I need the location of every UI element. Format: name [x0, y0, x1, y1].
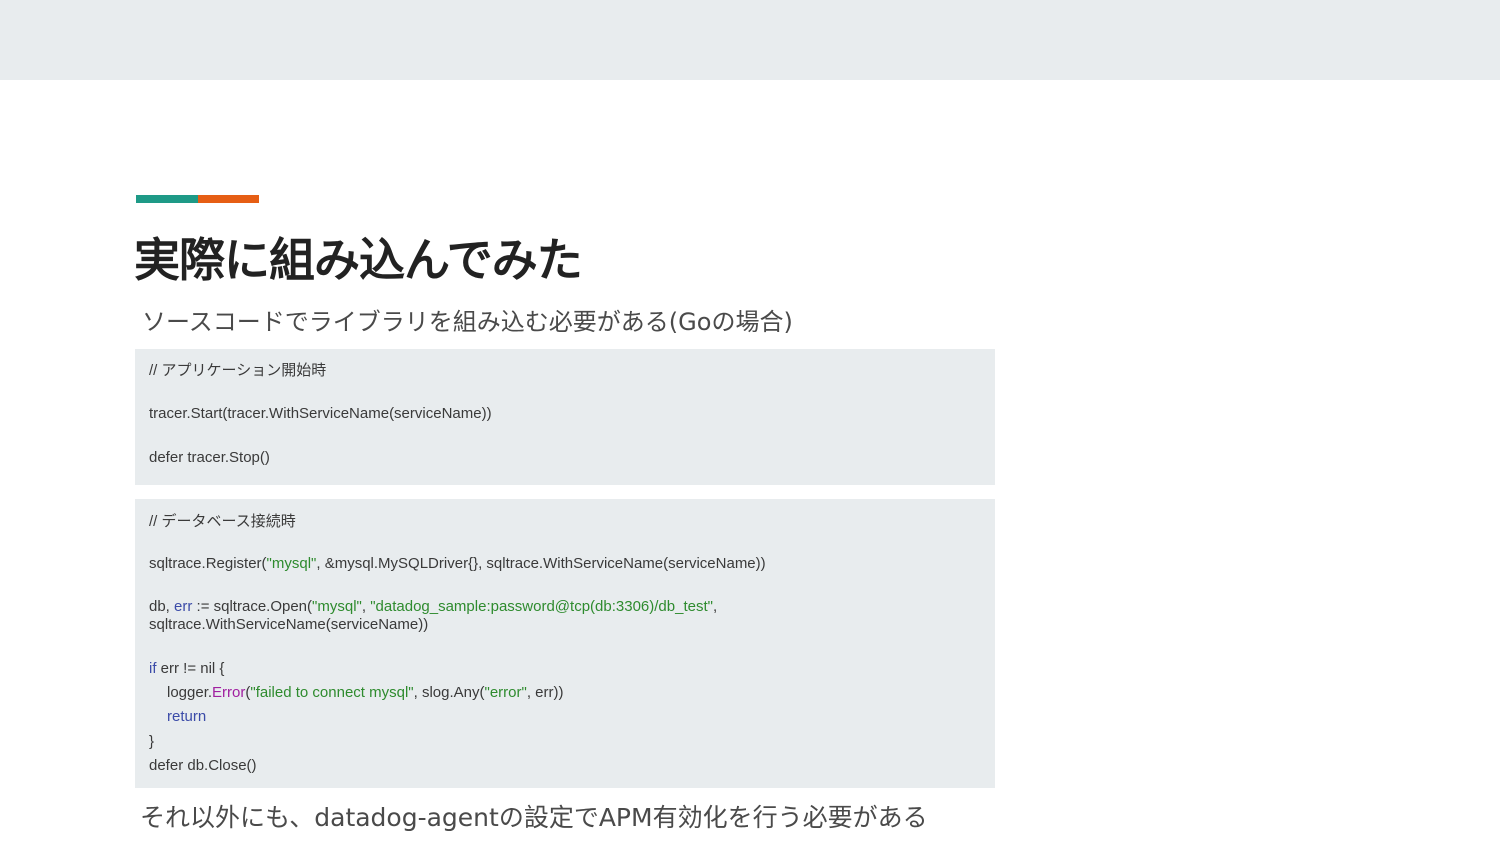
- code-text: ,: [361, 598, 371, 615]
- top-band: [0, 0, 1500, 80]
- code-line-defer-close: defer db.Close(): [149, 757, 257, 774]
- code-string: "failed to connect mysql": [250, 684, 414, 701]
- code-line-open: db, err := sqltrace.Open("mysql", "datad…: [149, 598, 717, 616]
- code-block-db-connect: // データベース接続時 sqltrace.Register("mysql", …: [135, 499, 995, 788]
- code-line-tracer-stop: defer tracer.Stop(): [149, 449, 270, 466]
- code-text: logger.: [167, 684, 213, 701]
- accent-bar-orange: [198, 195, 259, 203]
- code-line-logger: logger.Error("failed to connect mysql", …: [167, 684, 564, 702]
- code-line-return: return: [167, 708, 207, 725]
- code-block-app-start: // アプリケーション開始時 tracer.Start(tracer.WithS…: [135, 349, 995, 485]
- accent-bar-teal: [136, 195, 198, 203]
- code-line-if: if err != nil {: [149, 660, 224, 678]
- code-line-close-brace: }: [149, 733, 155, 750]
- code-string: "datadog_sample:password@tcp(db:3306)/db…: [370, 598, 713, 615]
- code-line-tracer-start: tracer.Start(tracer.WithServiceName(serv…: [149, 405, 492, 422]
- code-keyword: if: [149, 660, 157, 677]
- code-text: db,: [149, 598, 175, 615]
- code-comment: // データベース接続時: [149, 513, 296, 530]
- slide-title: 実際に組み込んでみた: [134, 233, 583, 287]
- code-function: Error: [212, 684, 246, 701]
- code-text: err != nil {: [156, 660, 225, 677]
- code-keyword: err: [174, 598, 193, 615]
- code-string: "mysql": [266, 555, 317, 572]
- code-string: "error": [484, 684, 527, 701]
- code-text: := sqltrace.Open(: [192, 598, 313, 615]
- footer-note: それ以外にも、datadog-agentの設定でAPM有効化を行う必要がある: [140, 803, 928, 832]
- code-text: ,: [712, 598, 718, 615]
- code-string: "mysql": [312, 598, 362, 615]
- slide-subtitle: ソースコードでライブラリを組み込む必要がある(Goの場合): [142, 308, 793, 336]
- code-line-register: sqltrace.Register("mysql", &mysql.MySQLD…: [149, 555, 766, 573]
- code-text: , &mysql.MySQLDriver{}, sqltrace.WithSer…: [316, 555, 766, 572]
- code-line-open-continued: sqltrace.WithServiceName(serviceName)): [149, 616, 429, 633]
- code-comment: // アプリケーション開始時: [149, 362, 327, 379]
- code-text: , slog.Any(: [413, 684, 485, 701]
- code-text: sqltrace.Register(: [149, 555, 267, 572]
- code-text: , err)): [526, 684, 564, 701]
